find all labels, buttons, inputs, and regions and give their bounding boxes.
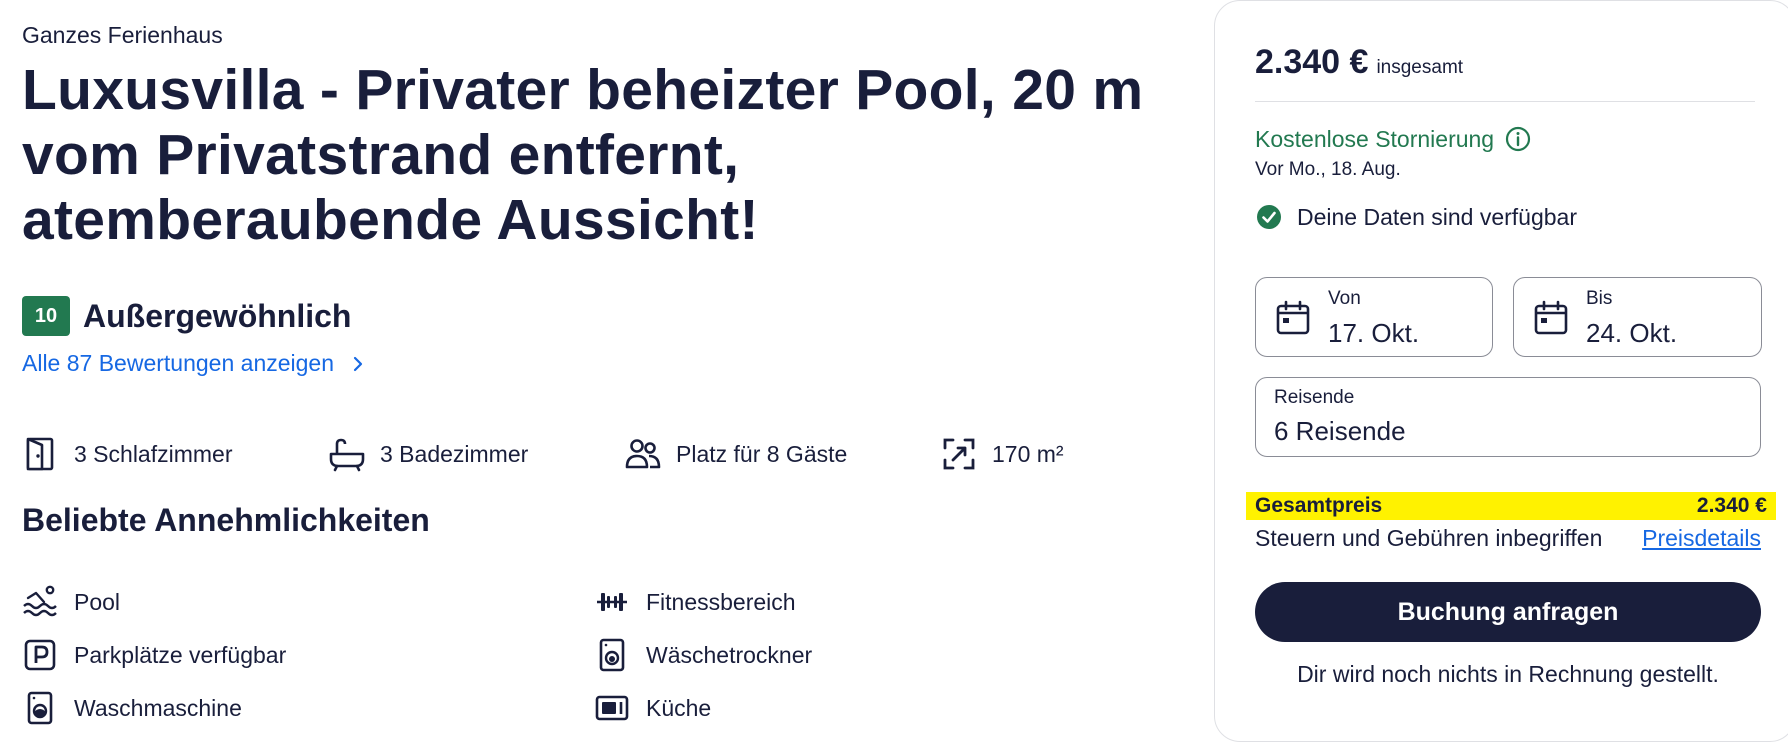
- free-cancellation-label: Kostenlose Stornierung: [1255, 125, 1495, 152]
- door-icon: [26, 437, 54, 471]
- washer-icon: [27, 691, 53, 725]
- cancellation-deadline: Vor Mo., 18. Aug.: [1255, 159, 1401, 180]
- total-price-label: Gesamtpreis: [1255, 494, 1383, 517]
- amenity-parking: Parkplätze verfügbar: [22, 637, 286, 673]
- taxes-note: Steuern und Gebühren inbegriffen: [1255, 525, 1603, 551]
- amenity-label: Küche: [646, 694, 712, 721]
- fact-bathrooms: 3 Badezimmer: [328, 435, 528, 473]
- checkout-value: 24. Okt.: [1586, 318, 1678, 348]
- availability-status: Deine Daten sind verfügbar: [1255, 203, 1577, 231]
- price-note: insgesamt: [1376, 57, 1464, 78]
- amenity-label: Waschmaschine: [74, 694, 242, 721]
- price-summary: 2.340 € insgesamt: [1255, 43, 1463, 82]
- checkout-date-field[interactable]: Bis 24. Okt.: [1513, 277, 1762, 357]
- amenity-pool: Pool: [22, 584, 120, 620]
- checkout-label: Bis: [1586, 288, 1613, 309]
- fact-area: 170 m²: [940, 435, 1064, 473]
- travelers-field[interactable]: Reisende 6 Reisende: [1255, 377, 1761, 457]
- parking-icon: [24, 639, 56, 671]
- total-price-row: Gesamtpreis 2.340 €: [1246, 492, 1776, 520]
- chevron-right-icon: [353, 356, 363, 371]
- booking-card: 2.340 € insgesamt Kostenlose Stornierung…: [1214, 0, 1788, 742]
- property-type: Ganzes Ferienhaus: [22, 22, 223, 48]
- bathtub-icon: [329, 438, 365, 472]
- area-icon: [943, 438, 975, 470]
- guests-icon: [625, 439, 661, 469]
- fact-bedrooms: 3 Schlafzimmer: [22, 435, 232, 473]
- all-reviews-link[interactable]: Alle 87 Bewertungen anzeigen: [22, 350, 368, 377]
- checkin-date-field[interactable]: Von 17. Okt.: [1255, 277, 1493, 357]
- availability-text: Deine Daten sind verfügbar: [1297, 203, 1577, 230]
- info-icon[interactable]: [1504, 125, 1532, 153]
- amenity-label: Parkplätze verfügbar: [74, 641, 287, 668]
- rating-summary: 10 Außergewöhnlich: [22, 296, 351, 336]
- request-booking-button[interactable]: Buchung anfragen: [1255, 582, 1761, 642]
- fact-guests: Platz für 8 Gäste: [624, 435, 847, 473]
- checkin-label: Von: [1328, 288, 1361, 309]
- calendar-icon: [1534, 300, 1568, 335]
- pool-icon: [23, 585, 57, 617]
- fact-label: 3 Badezimmer: [380, 440, 529, 467]
- rating-label: Außergewöhnlich: [83, 297, 352, 334]
- amenity-fitness: Fitnessbereich: [594, 584, 796, 620]
- amenity-dryer: Wäschetrockner: [594, 637, 812, 673]
- kitchen-icon: [595, 695, 629, 721]
- travelers-label: Reisende: [1274, 387, 1355, 408]
- price-amount: 2.340 €: [1255, 43, 1369, 81]
- travelers-value: 6 Reisende: [1274, 416, 1406, 446]
- no-charge-note: Dir wird noch nichts in Rechnung gestell…: [1297, 661, 1719, 687]
- cancellation-info: Kostenlose Stornierung: [1255, 125, 1532, 153]
- total-price-value: 2.340 €: [1696, 494, 1767, 517]
- amenity-label: Fitnessbereich: [646, 588, 796, 615]
- fact-label: Platz für 8 Gäste: [676, 440, 848, 467]
- calendar-icon: [1276, 300, 1310, 335]
- dryer-icon: [599, 638, 625, 672]
- amenity-washer: Waschmaschine: [22, 690, 242, 726]
- all-reviews-link-label: Alle 87 Bewertungen anzeigen: [22, 350, 335, 376]
- fitness-icon: [597, 593, 627, 611]
- rating-score-badge: 10: [22, 296, 70, 336]
- divider: [1255, 101, 1755, 102]
- fact-label: 170 m²: [992, 440, 1064, 467]
- fact-label: 3 Schlafzimmer: [74, 440, 233, 467]
- checkin-value: 17. Okt.: [1328, 318, 1420, 348]
- amenity-label: Pool: [74, 588, 121, 615]
- taxes-row: Steuern und Gebühren inbegriffen Preisde…: [1255, 525, 1761, 552]
- property-facts: 3 Schlafzimmer 3 Badezimmer Platz für 8 …: [22, 435, 1172, 475]
- check-circle-icon: [1257, 205, 1281, 229]
- amenities-title: Beliebte Annehmlichkeiten: [22, 502, 430, 538]
- amenity-kitchen: Küche: [594, 690, 711, 726]
- price-details-link[interactable]: Preisdetails: [1642, 525, 1761, 552]
- listing-title: Luxusvilla - Privater beheizter Pool, 20…: [22, 58, 1144, 252]
- amenity-label: Wäschetrockner: [646, 641, 813, 668]
